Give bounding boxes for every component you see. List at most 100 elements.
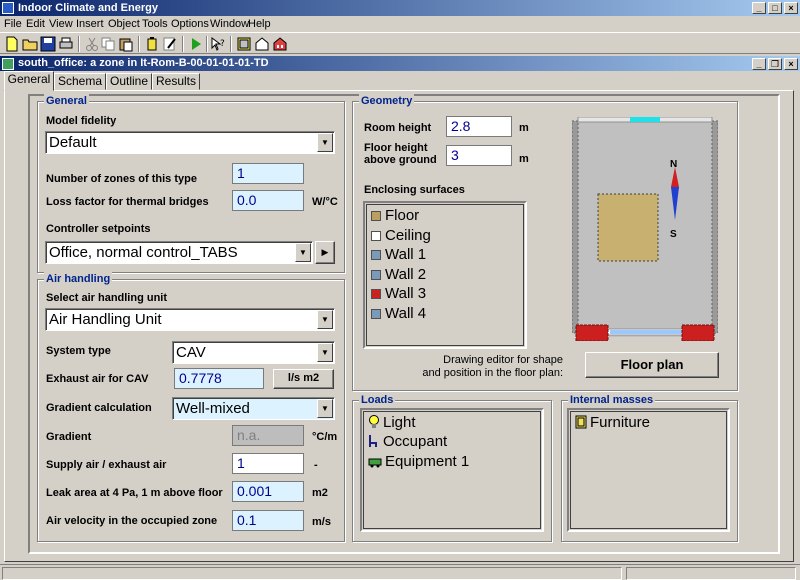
gradient-label: Gradient: [46, 431, 92, 443]
context-help-icon[interactable]: ?: [210, 36, 226, 52]
surface-label: Wall 4: [385, 305, 427, 322]
surface-wall-3[interactable]: Wall 3: [371, 285, 426, 303]
tab-general[interactable]: General: [4, 71, 54, 91]
gradient-calculation-dropdown[interactable]: Well-mixed ▼: [172, 397, 335, 420]
print-icon[interactable]: [58, 36, 74, 52]
chevron-down-icon[interactable]: ▼: [295, 243, 311, 262]
new-file-icon[interactable]: [4, 36, 20, 52]
menu-options[interactable]: Options: [171, 17, 209, 31]
surface-label: Wall 3: [385, 285, 427, 302]
load-label: Light: [383, 414, 416, 431]
exhaust-air-input[interactable]: 0.7778: [174, 368, 264, 389]
building-view-icon[interactable]: [254, 36, 270, 52]
editor-hint-line-1: Drawing editor for shape: [443, 354, 563, 366]
chevron-down-icon[interactable]: ▼: [317, 133, 333, 152]
zone-view-icon[interactable]: [236, 36, 252, 52]
enclosing-surfaces-list[interactable]: Floor Ceiling Wall 1 Wall 2 Wall 3 Wall …: [363, 201, 527, 349]
light-bulb-icon: [369, 415, 379, 428]
tab-outline[interactable]: Outline: [106, 73, 152, 90]
floor-plan-wall-3-left: [575, 324, 609, 341]
ceiling-swatch-icon: [371, 231, 381, 241]
ahu-label: Select air handling unit: [46, 292, 168, 304]
leak-area-input[interactable]: 0.001: [232, 481, 304, 502]
open-folder-icon[interactable]: [22, 36, 38, 52]
app-icon: [2, 2, 14, 14]
internal-masses-group-title: Internal masses: [568, 393, 656, 407]
child-close-button[interactable]: ×: [784, 58, 798, 70]
surface-wall-1[interactable]: Wall 1: [371, 246, 426, 264]
occupant-icon: [369, 435, 377, 447]
menu-window[interactable]: Window: [210, 17, 249, 31]
tab-results[interactable]: Results: [152, 73, 200, 90]
system-type-dropdown[interactable]: CAV ▼: [172, 341, 335, 364]
loss-factor-input[interactable]: 0.0: [232, 190, 304, 211]
edit-note-icon[interactable]: [162, 36, 178, 52]
close-button[interactable]: ×: [784, 2, 798, 14]
surface-ceiling[interactable]: Ceiling: [371, 227, 431, 245]
tab-schema[interactable]: Schema: [54, 73, 106, 90]
toolbar-separator: [138, 36, 140, 52]
menu-view[interactable]: View: [49, 17, 73, 31]
air-handling-group-title: Air handling: [44, 272, 113, 286]
surface-wall-2[interactable]: Wall 2: [371, 266, 426, 284]
menu-insert[interactable]: Insert: [76, 17, 104, 31]
minimize-button[interactable]: _: [752, 2, 766, 14]
controller-setpoints-value: Office, normal control_TABS: [49, 244, 238, 261]
floor-swatch-icon: [371, 211, 381, 221]
leak-area-unit: m2: [312, 487, 328, 499]
model-fidelity-dropdown[interactable]: Default ▼: [45, 131, 335, 154]
controller-setpoints-dropdown[interactable]: Office, normal control_TABS ▼: [45, 241, 313, 264]
surface-label: Floor: [385, 207, 420, 224]
menu-edit[interactable]: Edit: [26, 17, 45, 31]
air-velocity-unit: m/s: [312, 516, 331, 528]
house-view-icon[interactable]: [272, 36, 288, 52]
floor-plan-preview: N S: [572, 117, 718, 341]
floor-height-input[interactable]: 3: [446, 145, 512, 166]
exhaust-unit-button[interactable]: l/s m2: [273, 369, 334, 389]
loads-list[interactable]: Light Occupant Equipment 1: [360, 408, 544, 532]
menu-file[interactable]: File: [4, 17, 22, 31]
chevron-down-icon[interactable]: ▼: [317, 343, 333, 362]
cut-icon[interactable]: [84, 36, 100, 52]
load-equipment-1[interactable]: Equipment 1: [368, 453, 469, 471]
run-icon[interactable]: [188, 36, 204, 52]
save-icon[interactable]: [40, 36, 56, 52]
child-restore-button[interactable]: ❐: [768, 58, 782, 70]
floor-plan-furniture: [597, 193, 659, 262]
geometry-group-title: Geometry: [359, 94, 415, 108]
enclosing-surfaces-label: Enclosing surfaces: [364, 184, 465, 196]
surface-floor[interactable]: Floor: [371, 207, 419, 225]
load-occupant[interactable]: Occupant: [368, 433, 447, 451]
ahu-value: Air Handling Unit: [49, 311, 162, 328]
menu-tools[interactable]: Tools: [142, 17, 168, 31]
child-window-title-bar: south_office: a zone in It-Rom-B-00-01-0…: [0, 56, 800, 71]
app-title-bar: Indoor Climate and Energy _ □ ×: [0, 0, 800, 16]
air-velocity-input[interactable]: 0.1: [232, 510, 304, 531]
mass-furniture[interactable]: Furniture: [575, 414, 650, 432]
chevron-down-icon[interactable]: ▼: [317, 310, 333, 329]
controller-open-button[interactable]: ▶: [315, 241, 335, 264]
internal-masses-list[interactable]: Furniture: [567, 408, 730, 532]
floor-height-label-2: above ground: [364, 154, 437, 166]
status-cell-main: [2, 567, 622, 580]
zones-input[interactable]: 1: [232, 163, 304, 184]
supply-exhaust-input[interactable]: 1: [232, 453, 304, 474]
room-height-unit: m: [519, 122, 529, 134]
chevron-down-icon[interactable]: ▼: [317, 399, 333, 418]
surface-label: Wall 1: [385, 246, 427, 263]
paste-icon[interactable]: [118, 36, 134, 52]
ahu-dropdown[interactable]: Air Handling Unit ▼: [45, 308, 335, 331]
menu-object[interactable]: Object: [108, 17, 140, 31]
floor-plan-button[interactable]: Floor plan: [585, 352, 719, 378]
load-light[interactable]: Light: [368, 414, 416, 432]
battery-icon[interactable]: [144, 36, 160, 52]
child-minimize-button[interactable]: _: [752, 58, 766, 70]
menu-help[interactable]: Help: [248, 17, 271, 31]
maximize-button[interactable]: □: [768, 2, 782, 14]
surface-wall-4[interactable]: Wall 4: [371, 305, 426, 323]
wall-swatch-icon: [371, 250, 381, 260]
room-height-input[interactable]: 2.8: [446, 116, 512, 137]
copy-icon[interactable]: [100, 36, 116, 52]
wall-swatch-icon: [371, 289, 381, 299]
loads-group-title: Loads: [359, 393, 396, 407]
